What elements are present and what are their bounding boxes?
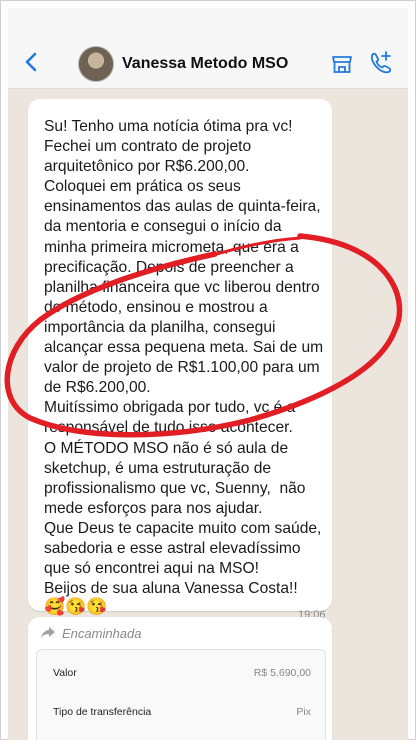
forward-arrow-icon bbox=[41, 627, 55, 639]
receipt-row-label: Valor bbox=[53, 667, 77, 679]
message-emojis: 🥰😘😘 bbox=[44, 597, 108, 616]
avatar[interactable] bbox=[78, 46, 114, 82]
receipt-row-label: Tipo de transferência bbox=[53, 706, 152, 718]
add-call-icon[interactable] bbox=[368, 50, 394, 76]
receipt-row-value: R$ 5.690,00 bbox=[253, 667, 311, 679]
forwarded-message[interactable]: Encaminhada Valor R$ 5.690,00 Tipo de tr… bbox=[28, 617, 332, 740]
receipt-row-value: Pix bbox=[296, 706, 311, 718]
back-chevron-icon[interactable] bbox=[22, 52, 42, 72]
store-icon[interactable] bbox=[330, 52, 354, 76]
message-bubble[interactable]: Su! Tenho uma notícia ótima pra vc! Fech… bbox=[28, 99, 332, 621]
forwarded-label: Encaminhada bbox=[62, 626, 142, 641]
chat-header: Vanessa Metodo MSO bbox=[8, 8, 408, 89]
chat-area: Su! Tenho uma notícia ótima pra vc! Fech… bbox=[8, 89, 408, 740]
contact-name[interactable]: Vanessa Metodo MSO bbox=[122, 55, 288, 73]
receipt-preview: Valor R$ 5.690,00 Tipo de transferência … bbox=[36, 649, 326, 740]
message-text: Su! Tenho uma notícia ótima pra vc! Fech… bbox=[44, 118, 324, 598]
